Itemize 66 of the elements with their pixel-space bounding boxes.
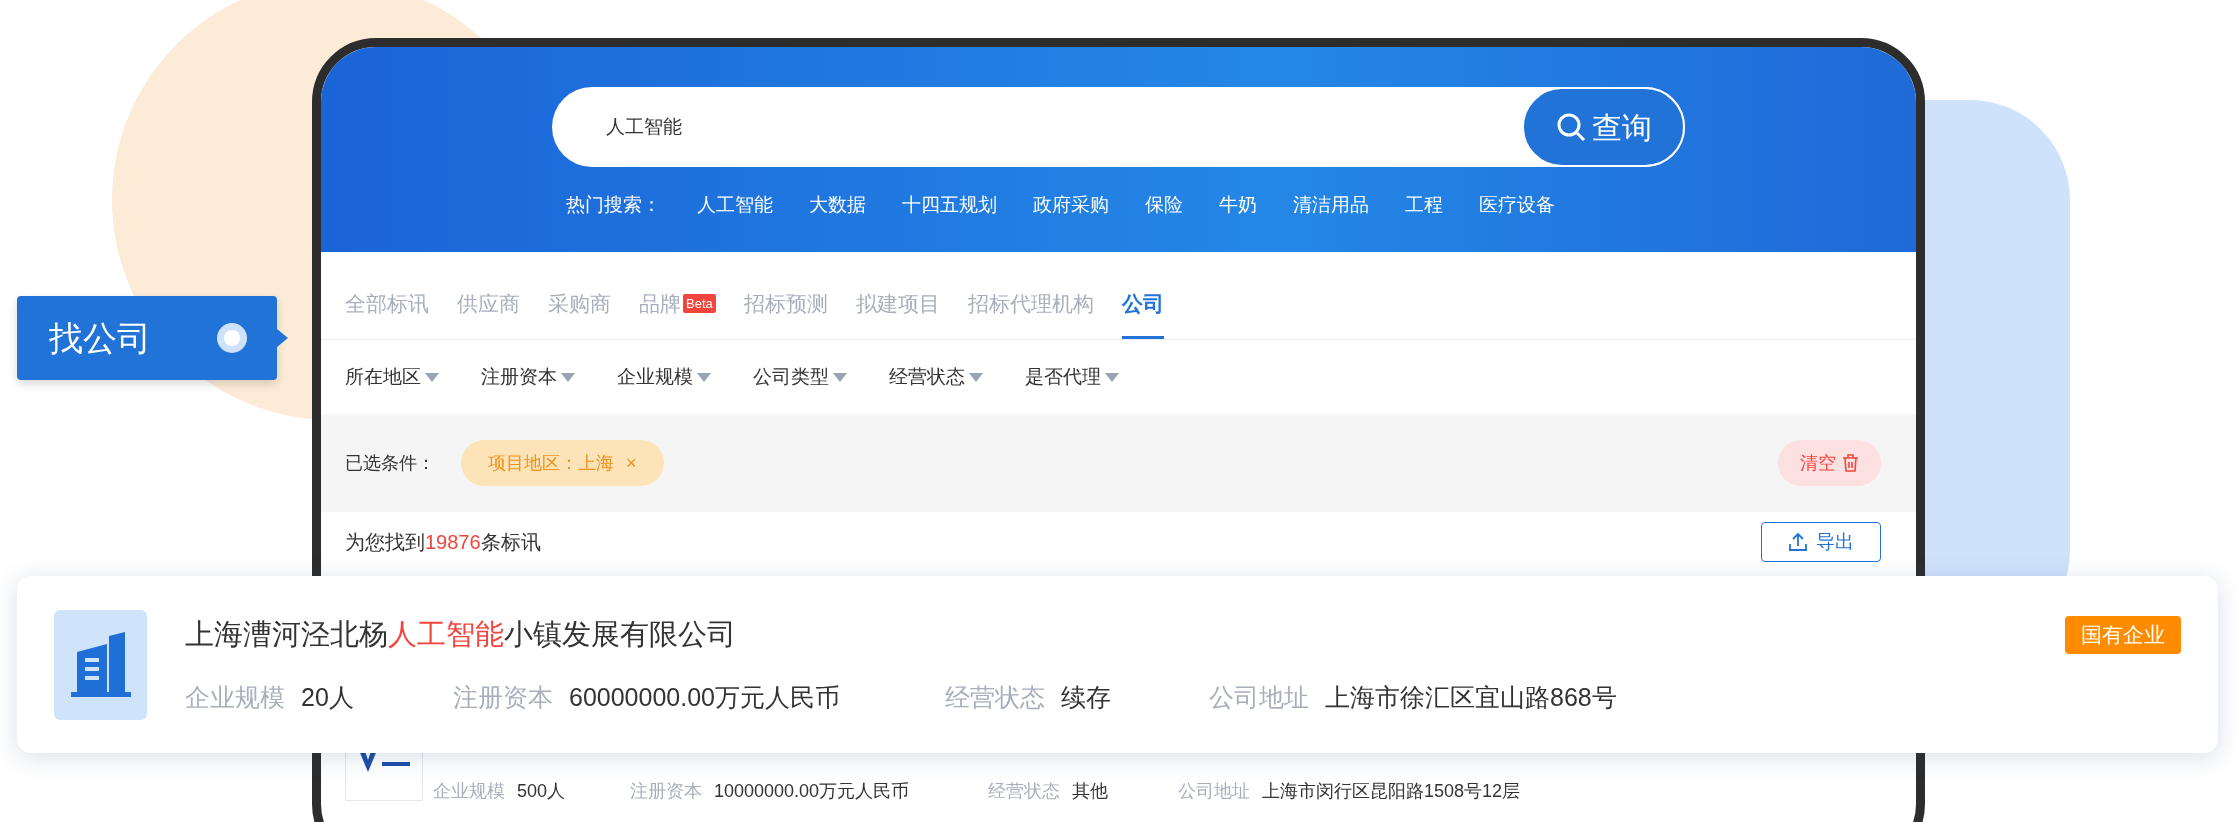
side-tag-label: 找公司	[49, 317, 151, 359]
company-card[interactable]: 上海漕河泾北杨人工智能小镇发展有限公司 国有企业 企业规模 20人 注册资本 60000000.00万元人民币 经营状态 续存 公司地址 上海市徐汇区宜山路868号	[17, 576, 2218, 753]
clear-button[interactable]: 清空	[1778, 440, 1881, 486]
search-icon	[1555, 112, 1586, 142]
filter-dropdown[interactable]: 公司类型	[753, 362, 847, 392]
field-label: 注册资本	[630, 780, 702, 803]
field-label: 注册资本	[453, 681, 553, 713]
tag-pointer	[277, 329, 288, 347]
field-label: 公司地址	[1178, 780, 1250, 803]
field-label: 企业规模	[433, 780, 505, 803]
filter-dropdown[interactable]: 企业规模	[617, 362, 711, 392]
category-tab[interactable]: 公司	[1121, 287, 1164, 339]
category-tab[interactable]: 拟建项目	[855, 287, 940, 339]
field-value: 上海市徐汇区宜山路868号	[1325, 681, 1617, 713]
caret-icon	[561, 372, 575, 382]
hot-search-link[interactable]: 工程	[1405, 191, 1443, 220]
category-tab[interactable]: 供应商	[457, 287, 520, 339]
field-value: 60000000.00万元人民币	[569, 681, 840, 713]
hot-search-link[interactable]: 十四五规划	[902, 191, 997, 220]
hot-search-link[interactable]: 清洁用品	[1293, 191, 1369, 220]
upload-icon	[1788, 532, 1808, 552]
field-label: 企业规模	[185, 681, 285, 713]
result-count-text: 为您找到19876条标讯	[345, 530, 541, 555]
filter-dropdown[interactable]: 经营状态	[889, 362, 983, 392]
category-tab[interactable]: 采购商	[548, 287, 611, 339]
hot-search-link[interactable]: 保险	[1145, 191, 1183, 220]
field-value: 续存	[1061, 681, 1111, 713]
radio-icon	[217, 323, 247, 353]
chip-label: 项目地区：上海	[488, 451, 614, 475]
side-tag[interactable]: 找公司	[17, 296, 277, 380]
hot-search-link[interactable]: 医疗设备	[1479, 191, 1555, 220]
field-value: 其他	[1072, 780, 1108, 803]
caret-icon	[1105, 372, 1119, 382]
field-value: 500人	[517, 780, 566, 803]
category-tab[interactable]: 招标预测	[743, 287, 828, 339]
field-label: 经营状态	[988, 780, 1060, 803]
field-value: 20人	[301, 681, 354, 713]
trash-icon	[1842, 454, 1859, 472]
field-value: 10000000.00万元人民币	[714, 780, 910, 803]
company-name[interactable]: 上海漕河泾北杨人工智能小镇发展有限公司	[185, 613, 736, 657]
company-type-badge: 国有企业	[2065, 616, 2181, 654]
caret-icon	[969, 372, 983, 382]
hot-search-link[interactable]: 大数据	[809, 191, 866, 220]
field-label: 经营状态	[945, 681, 1045, 713]
export-button[interactable]: 导出	[1761, 522, 1881, 562]
category-tab[interactable]: 招标代理机构	[967, 287, 1094, 339]
filter-dropdown[interactable]: 注册资本	[481, 362, 575, 392]
filter-dropdown[interactable]: 所在地区	[345, 362, 439, 392]
filter-dropdown[interactable]: 是否代理	[1025, 362, 1119, 392]
category-tab[interactable]: 品牌 Beta	[639, 287, 716, 339]
hot-search-label: 热门搜索：	[566, 193, 661, 217]
caret-icon	[697, 372, 711, 382]
hot-search-link[interactable]: 人工智能	[697, 191, 773, 220]
category-tab[interactable]: 全部标讯	[345, 287, 429, 339]
hot-search-link[interactable]: 政府采购	[1033, 191, 1109, 220]
hot-search-link[interactable]: 牛奶	[1219, 191, 1257, 220]
search-button[interactable]: 查询	[1522, 87, 1685, 167]
conditions-label: 已选条件：	[345, 451, 435, 475]
beta-badge: Beta	[683, 293, 716, 313]
caret-icon	[425, 372, 439, 382]
search-bar[interactable]: 人工智能 查询	[552, 87, 1685, 167]
building-icon	[54, 609, 147, 720]
field-label: 公司地址	[1209, 681, 1309, 713]
caret-icon	[833, 372, 847, 382]
field-value: 上海市闵行区昆阳路1508号12层	[1262, 780, 1521, 803]
search-input[interactable]: 人工智能	[606, 112, 1522, 142]
